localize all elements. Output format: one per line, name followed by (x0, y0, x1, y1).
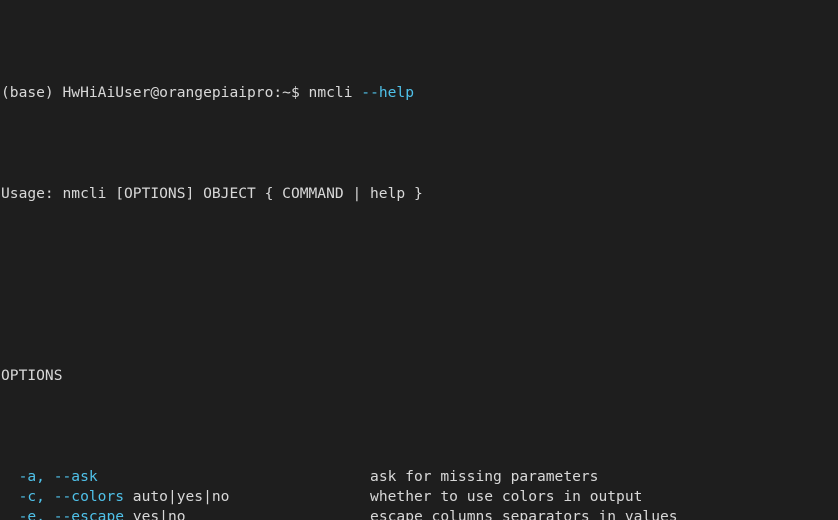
option-flags: -e, --escape (18, 507, 125, 520)
option-description: whether to use colors in output (370, 487, 643, 505)
prompt-env: (base) (1, 83, 54, 101)
option-row: -c, --colors auto|yes|no whether to use … (1, 487, 838, 507)
terminal-screen[interactable]: (base) HwHiAiUser@orangepiaipro:~$ nmcli… (0, 0, 838, 520)
options-heading: OPTIONS (1, 366, 838, 386)
prompt-path: :~$ (273, 83, 300, 101)
options-heading-text: OPTIONS (1, 366, 63, 384)
option-description: escape columns separators in values (370, 507, 678, 520)
usage-text: Usage: nmcli [OPTIONS] OBJECT { COMMAND … (1, 184, 423, 202)
option-argument: auto|yes|no (124, 487, 230, 505)
option-description: ask for missing parameters (370, 467, 599, 485)
option-argument: yes|no (124, 507, 186, 520)
typed-command: nmcli (308, 83, 353, 101)
option-flags: -a, --ask (18, 467, 98, 485)
option-row: -a, --ask ask for missing parameters (1, 467, 838, 487)
option-row: -e, --escape yes|no escape columns separ… (1, 507, 838, 520)
usage-line: Usage: nmcli [OPTIONS] OBJECT { COMMAND … (1, 184, 838, 204)
typed-command-flag: --help (361, 83, 414, 101)
options-list: -a, --ask ask for missing parameters -c,… (1, 467, 838, 520)
prompt-user-host: HwHiAiUser@orangepiaipro (62, 83, 274, 101)
option-flags: -c, --colors (18, 487, 125, 505)
terminal-window[interactable]: (base) HwHiAiUser@orangepiaipro:~$ nmcli… (0, 0, 838, 520)
command-prompt-line: (base) HwHiAiUser@orangepiaipro:~$ nmcli… (1, 83, 838, 103)
